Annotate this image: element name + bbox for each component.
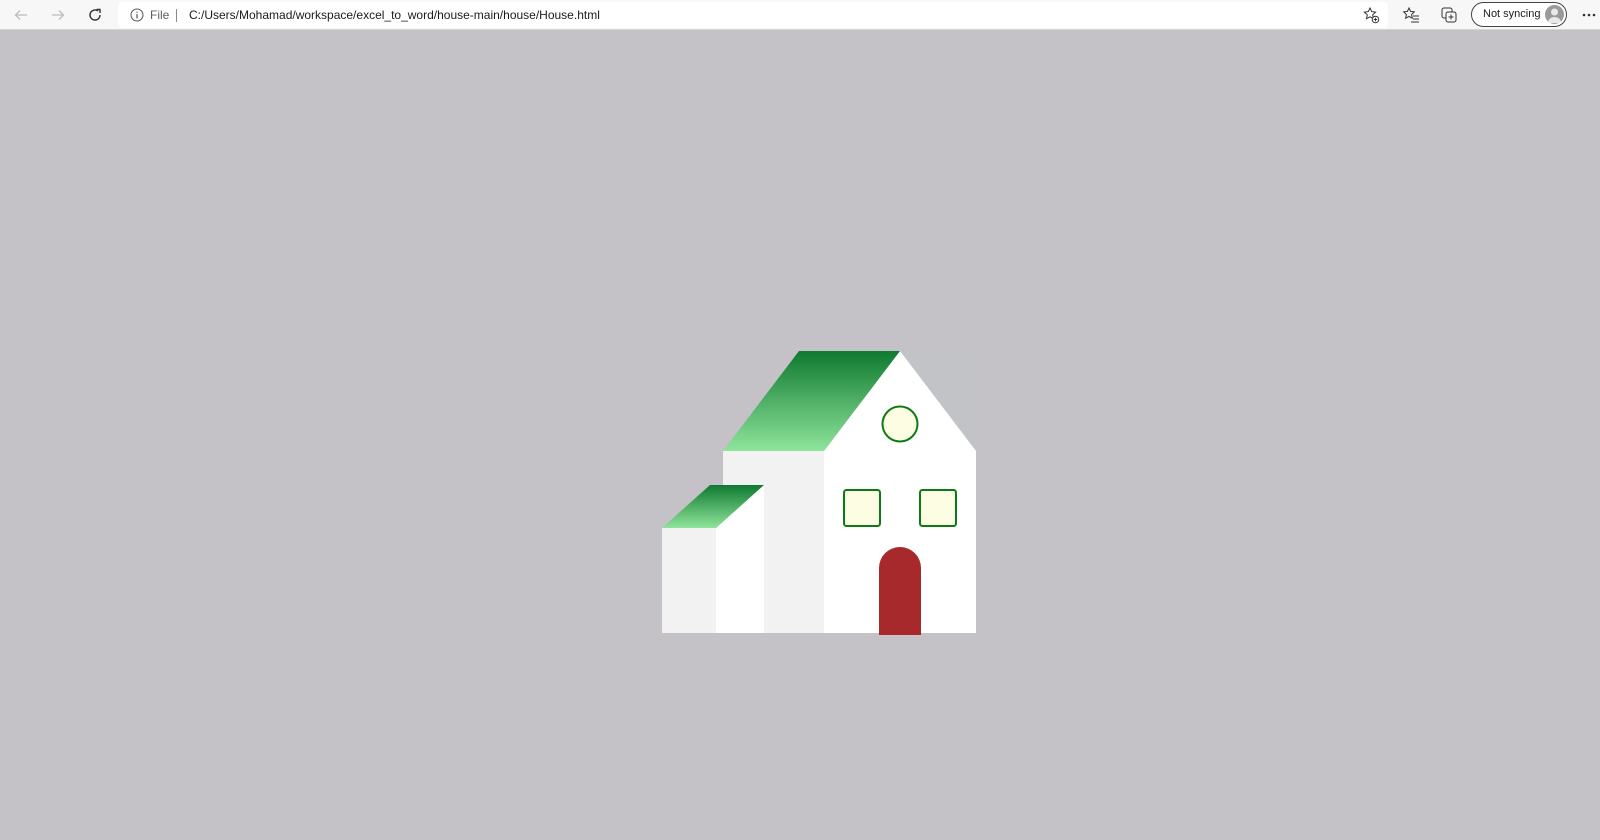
page-viewport <box>0 30 1600 840</box>
address-divider <box>176 9 177 22</box>
house-illustration <box>662 351 976 635</box>
arrow-left-icon <box>14 10 27 20</box>
favorites-list-icon <box>1402 6 1419 23</box>
front-door <box>879 547 921 635</box>
browser-toolbar: File C:/Users/Mohamad/workspace/excel_to… <box>0 0 1600 30</box>
avatar-icon <box>1545 5 1564 24</box>
address-scheme-label: File <box>150 8 170 22</box>
more-menu-button[interactable] <box>1576 2 1600 28</box>
address-bar[interactable]: File C:/Users/Mohamad/workspace/excel_to… <box>118 2 1388 28</box>
favorites-button[interactable] <box>1398 2 1424 28</box>
sync-status-label: Not syncing <box>1483 8 1541 20</box>
attic-round-window <box>881 405 919 443</box>
more-icon <box>1582 13 1596 17</box>
annex-wall-front <box>662 528 718 633</box>
arrow-right-icon <box>52 10 65 20</box>
collections-button[interactable] <box>1436 2 1462 28</box>
collections-icon <box>1441 7 1457 23</box>
star-plus-icon[interactable] <box>1362 6 1380 24</box>
url-text[interactable]: C:/Users/Mohamad/workspace/excel_to_word… <box>189 8 600 22</box>
window-left <box>843 489 881 527</box>
forward-button[interactable] <box>45 2 71 28</box>
profile-sync-button[interactable]: Not syncing <box>1471 2 1567 27</box>
window-right <box>919 489 957 527</box>
info-icon[interactable] <box>130 8 144 22</box>
back-button[interactable] <box>8 2 34 28</box>
reload-icon <box>89 8 101 21</box>
reload-button[interactable] <box>82 2 108 28</box>
